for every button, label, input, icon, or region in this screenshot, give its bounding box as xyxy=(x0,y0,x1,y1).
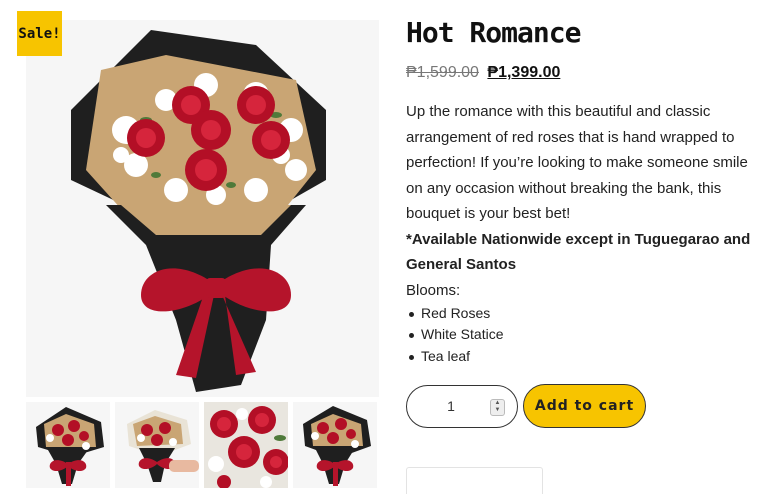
blooms-label: Blooms: xyxy=(406,281,461,299)
product-main-image[interactable] xyxy=(26,20,379,397)
list-item: Tea leaf xyxy=(406,346,756,368)
thumbnail-strip xyxy=(26,402,379,488)
thumbnail-image xyxy=(293,402,377,488)
chevron-up-icon[interactable]: ▲ xyxy=(495,400,501,407)
thumbnail-image xyxy=(26,402,110,488)
quantity-input[interactable] xyxy=(421,398,481,414)
price-original: ₱1,599.00 xyxy=(406,64,479,81)
list-item: White Statice xyxy=(406,324,756,346)
blooms-list: Red Roses White Statice Tea leaf xyxy=(406,303,756,368)
thumbnail-4[interactable] xyxy=(293,402,377,488)
thumbnail-image xyxy=(115,402,199,488)
availability-note: *Available Nationwide except in Tuguegar… xyxy=(406,230,751,274)
product-description: Up the romance with this beautiful and c… xyxy=(406,103,748,222)
thumbnail-2[interactable] xyxy=(115,402,199,488)
bouquet-image xyxy=(26,20,379,397)
list-item: Red Roses xyxy=(406,303,756,325)
sale-badge-label: Sale! xyxy=(18,25,61,42)
product-summary: Hot Romance ₱1,599.00 ₱1,399.00 Up the r… xyxy=(406,14,756,367)
number-stepper-arrows-icon[interactable]: ▲ ▼ xyxy=(490,398,505,416)
quantity-stepper: ▲ ▼ xyxy=(406,384,518,428)
price-sale: ₱1,399.00 xyxy=(487,64,561,81)
thumbnail-image xyxy=(204,402,288,488)
secondary-panel xyxy=(406,467,543,494)
thumbnail-1[interactable] xyxy=(26,402,110,488)
product-price: ₱1,599.00 ₱1,399.00 xyxy=(406,62,756,84)
product-title: Hot Romance xyxy=(406,16,581,49)
add-to-cart-form: ▲ ▼ Add to cart xyxy=(406,384,646,428)
sale-badge: Sale! xyxy=(17,11,62,56)
chevron-down-icon[interactable]: ▼ xyxy=(495,407,501,414)
add-to-cart-button[interactable]: Add to cart xyxy=(523,384,646,428)
thumbnail-3[interactable] xyxy=(204,402,288,488)
